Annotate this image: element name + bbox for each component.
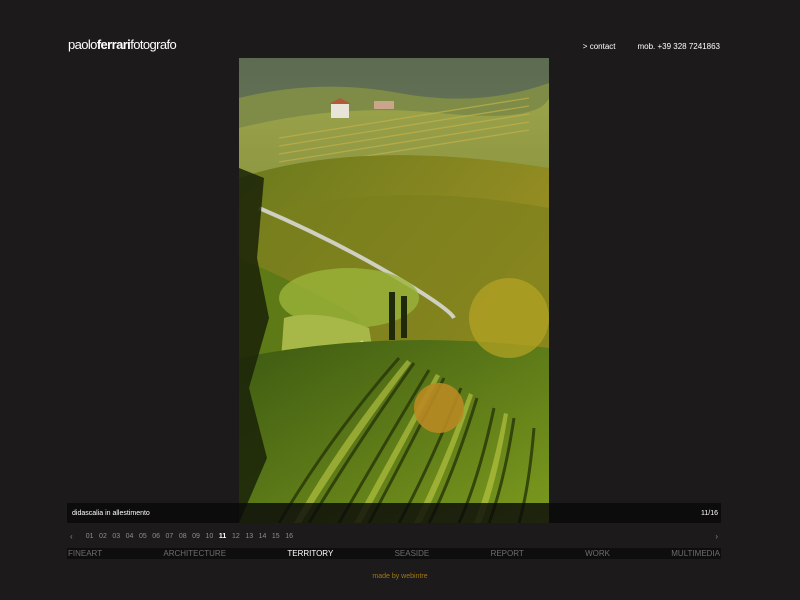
page-number[interactable]: 03: [110, 533, 123, 540]
logo-profession: fotografo: [130, 37, 177, 52]
page-number[interactable]: 11: [216, 533, 229, 540]
contact-link[interactable]: > contact: [583, 42, 616, 51]
page-number[interactable]: 09: [189, 533, 202, 540]
nav-item-report[interactable]: REPORT: [490, 548, 525, 559]
logo-last-name: ferrari: [96, 37, 131, 52]
page-number[interactable]: 04: [123, 533, 136, 540]
footer-credit[interactable]: made by webintre: [0, 573, 800, 580]
photo-caption: didascalia in allestimento: [72, 510, 150, 517]
prev-arrow-icon[interactable]: ‹: [70, 532, 73, 541]
page-number[interactable]: 12: [229, 533, 242, 540]
page-number[interactable]: 06: [149, 533, 162, 540]
page-number[interactable]: 02: [96, 533, 109, 540]
caption-bar: didascalia in allestimento 11/16: [67, 503, 721, 523]
page-number[interactable]: 07: [163, 533, 176, 540]
category-nav: FINEART ARCHITECTURE TERRITORY SEASIDE REPOR…: [67, 548, 721, 559]
page-number[interactable]: 05: [136, 533, 149, 540]
top-links: > contact mob. +39 328 7241863: [583, 42, 720, 51]
site-logo[interactable]: paoloferrarifotografo: [68, 37, 177, 52]
nav-item-seaside[interactable]: SEASIDE: [394, 548, 431, 559]
next-arrow-icon[interactable]: ›: [715, 532, 718, 541]
nav-item-territory[interactable]: TERRITORY: [286, 548, 334, 559]
page-number[interactable]: 01: [83, 533, 96, 540]
nav-item-fineart[interactable]: FINEART: [67, 548, 103, 559]
nav-item-architecture[interactable]: ARCHITECTURE: [162, 548, 227, 559]
gallery-photo[interactable]: [239, 58, 549, 523]
page-number[interactable]: 14: [256, 533, 269, 540]
page-number-list: 01 02 03 04 05 06 07 08 09 10 11 12 13 14 15 16: [83, 533, 296, 540]
mobile-number: mob. +39 328 7241863: [637, 42, 720, 51]
page-number[interactable]: 15: [269, 533, 282, 540]
logo-first-name: paolo: [68, 37, 97, 52]
photo-pager: ‹ 01 02 03 04 05 06 07 08 09 10 11 12 13 14 15 16 ›: [67, 532, 721, 542]
page-number[interactable]: 08: [176, 533, 189, 540]
nav-item-work[interactable]: WORK: [584, 548, 611, 559]
page-number[interactable]: 16: [282, 533, 295, 540]
page-number[interactable]: 10: [203, 533, 216, 540]
vineyard-hills-illustration: [239, 58, 549, 523]
page-number[interactable]: 13: [243, 533, 256, 540]
photo-counter: 11/16: [701, 510, 718, 517]
nav-item-multimedia[interactable]: MULTIMEDIA: [670, 548, 721, 559]
